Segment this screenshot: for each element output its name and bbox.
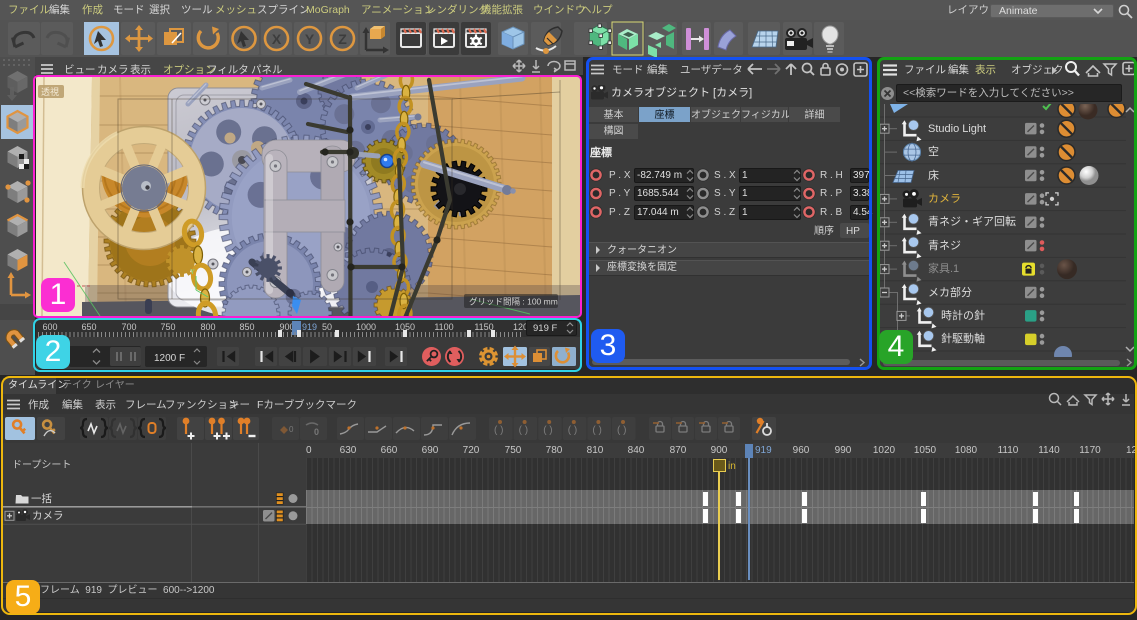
svg-text:Z: Z — [338, 31, 347, 47]
svg-text:X: X — [272, 31, 282, 47]
svg-text:Y: Y — [305, 31, 315, 47]
